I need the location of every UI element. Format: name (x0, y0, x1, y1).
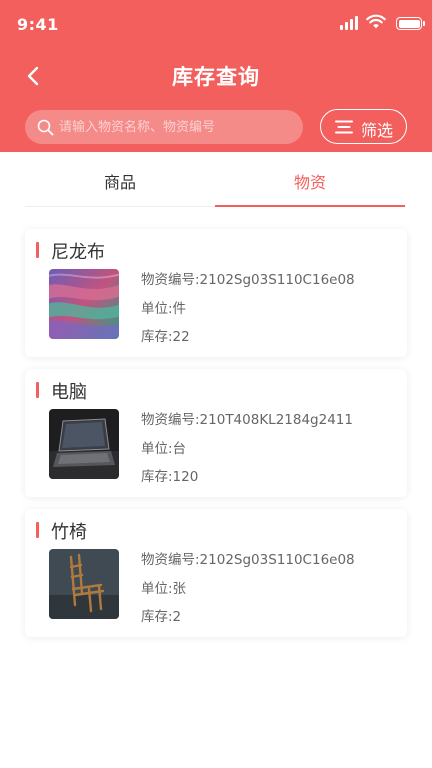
item-stock: 库存:22 (141, 329, 190, 345)
page-title: 库存查询 (172, 65, 260, 89)
list-item[interactable]: 电脑 物资编号:210T408KL2184g2411 单位:台 库存:120 (25, 369, 407, 497)
list-item[interactable]: 竹椅 物资编号:2102Sg03S110C16e08 单位:张 库存:2 (25, 509, 407, 637)
battery-icon (396, 17, 425, 30)
materials-list: 尼龙布 物资编号:2102Sg03S110C16e08 单位:件 库存:22 电… (25, 229, 407, 649)
item-name: 电脑 (51, 382, 87, 403)
item-stock: 库存:120 (141, 469, 199, 485)
search-bar[interactable] (25, 110, 303, 144)
item-code: 物资编号:2102Sg03S110C16e08 (141, 552, 355, 568)
item-unit: 单位:件 (141, 301, 187, 317)
title-marker (36, 382, 39, 398)
status-time: 9:41 (17, 15, 59, 34)
search-input[interactable] (59, 110, 295, 144)
title-marker (36, 242, 39, 258)
item-name: 尼龙布 (51, 242, 105, 263)
signal-icon (340, 16, 360, 30)
tab-materials[interactable]: 物资 (215, 160, 405, 207)
tab-goods[interactable]: 商品 (25, 160, 215, 206)
filter-label: 筛选 (361, 121, 394, 140)
item-code: 物资编号:210T408KL2184g2411 (141, 412, 353, 428)
item-stock: 库存:2 (141, 609, 182, 625)
filter-button[interactable]: 筛选 (320, 109, 407, 144)
item-unit: 单位:张 (141, 581, 187, 597)
item-name: 竹椅 (51, 522, 87, 543)
filter-icon (335, 120, 353, 134)
item-thumbnail (49, 549, 119, 619)
tab-bar: 商品 物资 (25, 160, 406, 207)
header: 9:41 库存查询 请输入物资名称、物资编号 筛选 (0, 0, 432, 152)
list-item[interactable]: 尼龙布 物资编号:2102Sg03S110C16e08 单位:件 库存:22 (25, 229, 407, 357)
item-code: 物资编号:2102Sg03S110C16e08 (141, 272, 355, 288)
status-bar: 9:41 (0, 0, 432, 50)
item-thumbnail (49, 269, 119, 339)
title-marker (36, 522, 39, 538)
item-thumbnail (49, 409, 119, 479)
wifi-icon (366, 14, 386, 29)
item-unit: 单位:台 (141, 441, 187, 457)
search-icon (37, 119, 54, 136)
